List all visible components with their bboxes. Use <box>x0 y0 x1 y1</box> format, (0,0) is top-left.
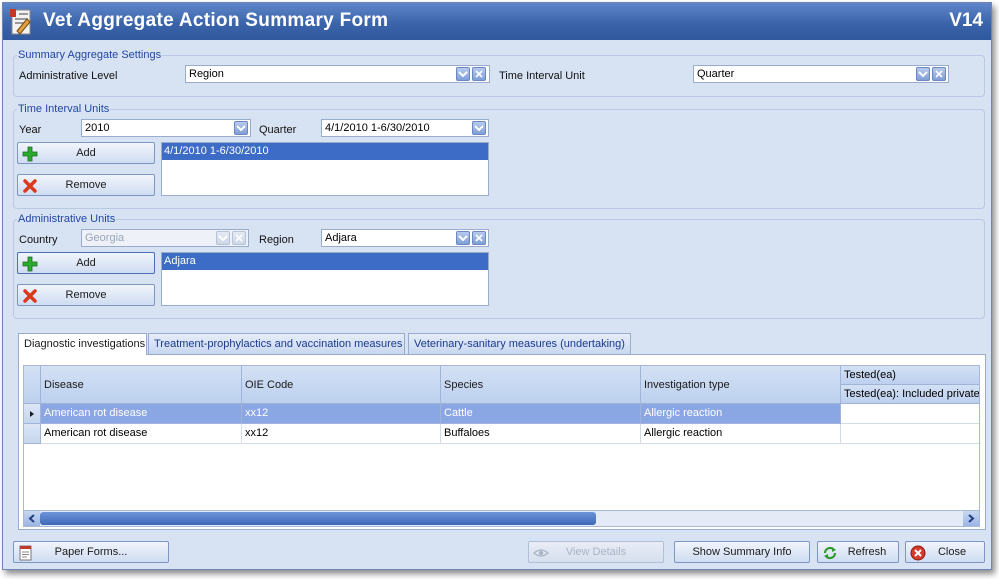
form-app-icon <box>10 9 31 35</box>
version-label: V14 <box>949 10 983 31</box>
refresh-button[interactable]: Refresh <box>817 541 899 563</box>
admin-units-title: Administrative Units <box>17 213 117 225</box>
time-unit-value: Quarter <box>697 68 735 80</box>
scroll-right-icon[interactable] <box>963 511 979 526</box>
column-group-tested[interactable]: Tested(ea) <box>841 366 979 385</box>
remove-admin-unit-button[interactable]: Remove <box>17 284 155 306</box>
table-row[interactable]: American rot disease xx12 Cattle Allergi… <box>24 404 979 424</box>
close-icon <box>910 545 926 561</box>
tab-diagnostic-investigations[interactable]: Diagnostic investigations <box>18 333 147 355</box>
clear-icon[interactable] <box>932 67 946 81</box>
quarter-label: Quarter <box>259 124 297 136</box>
cell-tested[interactable] <box>841 424 979 444</box>
scroll-left-icon[interactable] <box>24 511 40 526</box>
cell-disease[interactable]: American rot disease <box>41 404 242 424</box>
admin-units-list[interactable]: Adjara <box>161 252 489 306</box>
column-header-species[interactable]: Species <box>441 366 641 404</box>
year-label: Year <box>19 124 42 136</box>
remove-time-interval-button[interactable]: Remove <box>17 174 155 196</box>
column-header-oie-code[interactable]: OIE Code <box>242 366 441 404</box>
list-item[interactable]: 4/1/2010 1-6/30/2010 <box>162 143 488 160</box>
admin-level-label: Administrative Level <box>19 70 118 82</box>
row-indicator-header <box>24 366 41 404</box>
year-value: 2010 <box>85 122 110 134</box>
cell-tested[interactable] <box>841 404 979 424</box>
chevron-down-icon[interactable] <box>456 231 470 245</box>
cell-investigation-type[interactable]: Allergic reaction <box>641 424 841 444</box>
document-icon <box>19 545 32 561</box>
tab-veterinary-sanitary[interactable]: Veterinary-sanitary measures (undertakin… <box>408 333 631 354</box>
add-label: Add <box>76 257 96 269</box>
column-header-disease[interactable]: Disease <box>41 366 242 404</box>
cell-oie-code[interactable]: xx12 <box>242 424 441 444</box>
admin-level-combo[interactable]: Region <box>185 65 490 83</box>
time-interval-list[interactable]: 4/1/2010 1-6/30/2010 <box>161 142 489 196</box>
plus-icon <box>22 256 38 272</box>
add-time-interval-button[interactable]: Add <box>17 142 155 164</box>
cell-oie-code[interactable]: xx12 <box>242 404 441 424</box>
view-details-label: View Details <box>565 546 627 558</box>
chevron-down-icon[interactable] <box>472 121 486 135</box>
add-admin-unit-button[interactable]: Add <box>17 252 155 274</box>
row-indicator <box>24 404 41 424</box>
window-title: Vet Aggregate Action Summary Form <box>43 10 389 31</box>
column-header-tested-private[interactable]: Tested(ea): Included private <box>841 385 979 404</box>
grid-panel: Disease OIE Code Species Investigation t… <box>18 354 986 530</box>
country-value: Georgia <box>85 232 125 244</box>
show-summary-info-label: Show Summary Info <box>692 546 792 558</box>
current-row-arrow-icon <box>30 411 34 417</box>
vet-aggregate-window: Vet Aggregate Action Summary Form V14 Su… <box>2 2 992 570</box>
list-item[interactable]: Adjara <box>162 253 488 270</box>
cell-investigation-type[interactable]: Allergic reaction <box>641 404 841 424</box>
refresh-icon <box>823 546 837 560</box>
cell-species[interactable]: Cattle <box>441 404 641 424</box>
year-combo[interactable]: 2010 <box>81 119 251 137</box>
paper-forms-label: Paper Forms... <box>54 546 128 558</box>
quarter-value: 4/1/2010 1-6/30/2010 <box>325 122 430 134</box>
clear-icon <box>232 231 246 245</box>
tab-treatment-prophylactics[interactable]: Treatment-prophylactics and vaccination … <box>148 333 405 354</box>
remove-label: Remove <box>65 179 107 191</box>
close-button[interactable]: Close <box>905 541 985 563</box>
country-label: Country <box>19 234 58 246</box>
remove-label: Remove <box>65 289 107 301</box>
plus-icon <box>22 146 38 162</box>
region-label: Region <box>259 234 294 246</box>
chevron-down-icon[interactable] <box>234 121 248 135</box>
admin-level-value: Region <box>189 68 224 80</box>
time-interval-title: Time Interval Units <box>17 103 111 115</box>
region-combo[interactable]: Adjara <box>321 229 489 247</box>
chevron-down-icon <box>216 231 230 245</box>
chevron-down-icon[interactable] <box>456 67 470 81</box>
data-grid[interactable]: Disease OIE Code Species Investigation t… <box>23 365 980 511</box>
scrollbar-thumb[interactable] <box>40 512 596 525</box>
cell-species[interactable]: Buffaloes <box>441 424 641 444</box>
show-summary-info-button[interactable]: Show Summary Info <box>674 541 810 563</box>
table-row[interactable]: American rot disease xx12 Buffaloes Alle… <box>24 424 979 444</box>
country-combo: Georgia <box>81 229 249 247</box>
summary-settings-title: Summary Aggregate Settings <box>17 49 163 61</box>
paper-forms-button[interactable]: Paper Forms... <box>13 541 169 563</box>
eye-icon <box>533 549 549 557</box>
horizontal-scrollbar[interactable] <box>23 510 980 527</box>
quarter-combo[interactable]: 4/1/2010 1-6/30/2010 <box>321 119 489 137</box>
close-label: Close <box>937 546 967 558</box>
time-unit-combo[interactable]: Quarter <box>693 65 949 83</box>
title-bar: Vet Aggregate Action Summary Form V14 <box>3 3 991 40</box>
refresh-label: Refresh <box>847 546 887 558</box>
clear-icon[interactable] <box>472 67 486 81</box>
region-value: Adjara <box>325 232 357 244</box>
row-indicator <box>24 424 41 444</box>
remove-icon <box>23 289 37 303</box>
remove-icon <box>23 179 37 193</box>
time-unit-label: Time Interval Unit <box>499 70 585 82</box>
column-header-investigation-type[interactable]: Investigation type <box>641 366 841 404</box>
chevron-down-icon[interactable] <box>916 67 930 81</box>
cell-disease[interactable]: American rot disease <box>41 424 242 444</box>
add-label: Add <box>76 147 96 159</box>
clear-icon[interactable] <box>472 231 486 245</box>
view-details-button: View Details <box>528 541 664 563</box>
